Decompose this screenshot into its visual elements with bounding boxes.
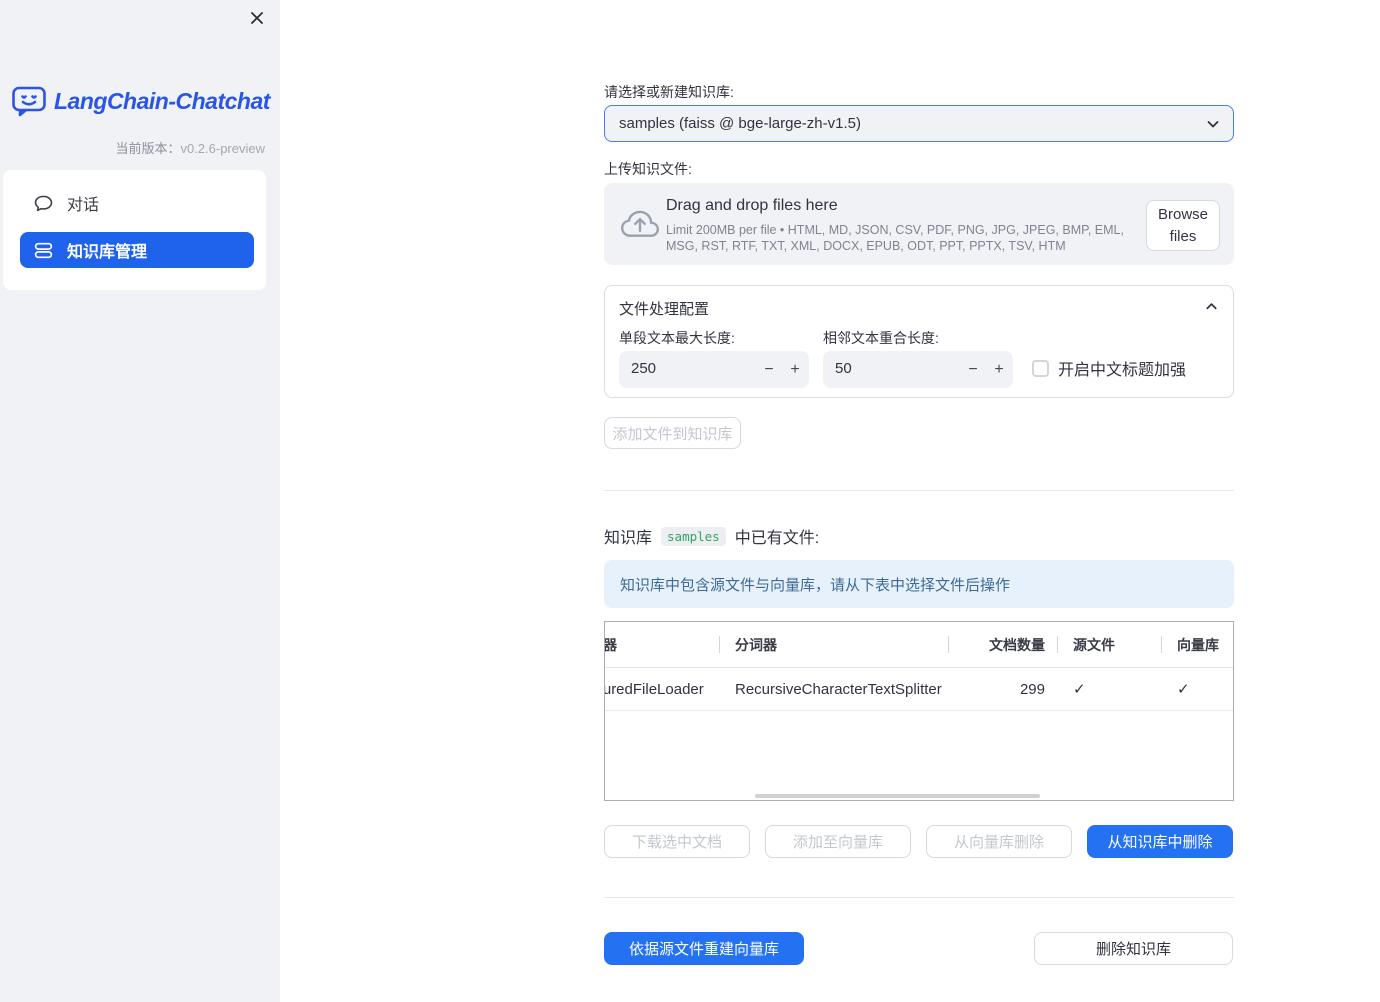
version-text: 当前版本：v0.2.6-preview — [115, 141, 265, 156]
cell-loader: UnstructuredFileLoader — [604, 680, 704, 698]
sidebar-menu: 对话 知识库管理 — [3, 170, 266, 290]
sidebar-item-dialogue[interactable]: 对话 — [20, 185, 254, 221]
app-title: LangChain-Chatchat — [54, 87, 270, 114]
dropzone-limit-text: Limit 200MB per file • HTML, MD, JSON, C… — [666, 223, 1124, 253]
rebuild-vector-store-button[interactable]: 依据源文件重建向量库 — [604, 932, 804, 965]
cell-vector-store-check: ✓ — [1177, 681, 1190, 698]
stack-icon — [33, 240, 54, 261]
column-header-splitter[interactable]: 分词器 — [719, 622, 948, 667]
add-to-vector-store-button[interactable]: 添加至向量库 — [765, 825, 911, 858]
chunk-overlap-input[interactable]: 50 − + — [823, 351, 1013, 388]
minus-button[interactable]: − — [959, 351, 987, 388]
sidebar-item-label: 对话 — [67, 197, 100, 214]
files-table-scroll-area: 文档加载器 分词器 文档数量 源文件 向量库 UnstructuredFileL… — [604, 622, 1233, 711]
chunk-overlap-value: 50 — [835, 360, 852, 377]
delete-kb-button[interactable]: 删除知识库 — [1034, 932, 1233, 965]
chunk-size-input[interactable]: 250 − + — [619, 351, 809, 388]
sidebar: LangChain-Chatchat 当前版本：v0.2.6-preview 对… — [0, 0, 280, 1002]
chat-bubble-icon — [33, 193, 54, 214]
checkbox-label: 开启中文标题加强 — [1058, 362, 1187, 379]
sidebar-item-knowledge-base[interactable]: 知识库管理 — [20, 232, 254, 268]
column-header-source-file[interactable]: 源文件 — [1057, 622, 1161, 667]
divider — [604, 490, 1234, 491]
checkbox-icon — [1032, 359, 1049, 377]
table-row[interactable]: UnstructuredFileLoader RecursiveCharacte… — [604, 668, 1233, 711]
horizontal-scrollbar[interactable] — [755, 794, 1040, 798]
divider — [604, 897, 1234, 898]
plus-button[interactable]: + — [781, 351, 809, 388]
column-header-doc-count[interactable]: 文档数量 — [948, 622, 1057, 667]
chunk-size-label: 单段文本最大长度: — [619, 330, 735, 346]
sidebar-close-button[interactable] — [247, 8, 267, 28]
plus-button[interactable]: + — [985, 351, 1013, 388]
dropzone-title: Drag and drop files here — [666, 197, 838, 214]
table-header-row: 文档加载器 分词器 文档数量 源文件 向量库 — [605, 622, 1233, 668]
chevron-down-icon — [1205, 116, 1221, 132]
info-banner: 知识库中包含源文件与向量库，请从下表中选择文件后操作 — [604, 560, 1234, 608]
add-files-button[interactable]: 添加文件到知识库 — [604, 417, 741, 449]
chunk-overlap-label: 相邻文本重合长度: — [823, 330, 939, 346]
chevron-up-icon[interactable] — [1204, 299, 1219, 314]
expander-title: 文件处理配置 — [619, 301, 710, 318]
sidebar-item-label: 知识库管理 — [67, 244, 148, 261]
minus-button[interactable]: − — [755, 351, 783, 388]
files-heading-prefix: 知识库 — [604, 530, 653, 547]
chunk-size-value: 250 — [631, 360, 657, 377]
cell-doc-count: 299 — [1019, 680, 1045, 698]
info-banner-text: 知识库中包含源文件与向量库，请从下表中选择文件后操作 — [620, 576, 1011, 594]
delete-from-kb-button[interactable]: 从知识库中删除 — [1087, 825, 1233, 858]
cloud-upload-icon — [621, 206, 659, 244]
app-logo: LangChain-Chatchat — [11, 85, 270, 117]
file-dropzone[interactable]: Drag and drop files here Limit 200MB per… — [604, 183, 1234, 265]
kb-name-code: samples — [661, 526, 726, 546]
close-icon — [249, 10, 265, 26]
upload-label: 上传知识文件: — [604, 161, 692, 177]
browse-files-button[interactable]: Browse files — [1146, 200, 1220, 251]
download-selected-button[interactable]: 下载选中文档 — [604, 825, 750, 858]
file-config-expander: 文件处理配置 单段文本最大长度: 相邻文本重合长度: 250 − + 50 − … — [604, 285, 1234, 398]
kb-select-value: samples (faiss @ bge-large-zh-v1.5) — [619, 115, 861, 132]
column-header-loader[interactable]: 文档加载器 — [605, 622, 719, 667]
files-table[interactable]: 文档加载器 分词器 文档数量 源文件 向量库 UnstructuredFileL… — [604, 621, 1234, 801]
cell-source-file-check: ✓ — [1073, 681, 1086, 698]
delete-from-vector-store-button[interactable]: 从向量库删除 — [926, 825, 1072, 858]
column-header-vector-store[interactable]: 向量库 — [1161, 622, 1233, 667]
kb-select-label: 请选择或新建知识库: — [604, 84, 734, 100]
cell-splitter: RecursiveCharacterTextSplitter — [735, 680, 942, 698]
files-heading-suffix: 中已有文件: — [734, 530, 820, 547]
files-heading: 知识库 samples 中已有文件: — [604, 524, 819, 548]
kb-select[interactable]: samples (faiss @ bge-large-zh-v1.5) — [604, 105, 1234, 142]
zh-title-enhance-checkbox[interactable]: 开启中文标题加强 — [1032, 356, 1186, 380]
chat-smiley-logo-icon — [11, 85, 47, 117]
